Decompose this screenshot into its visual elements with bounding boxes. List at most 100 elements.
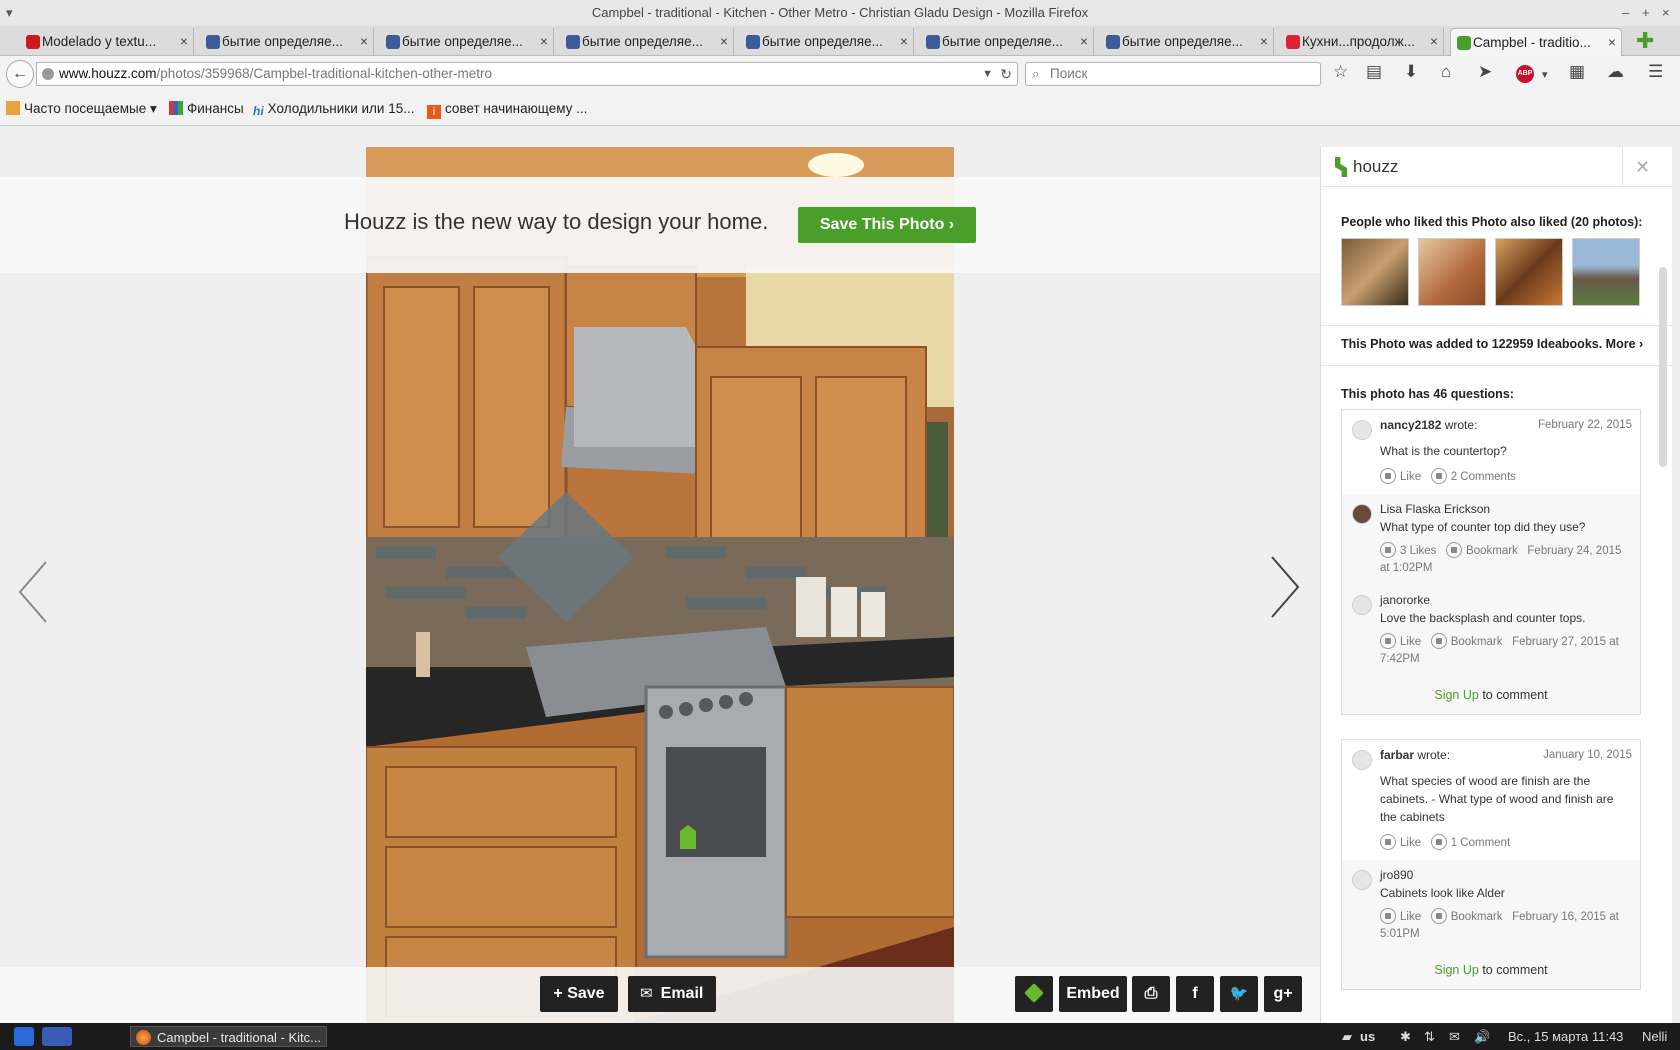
volume-icon[interactable]: 🔊 — [1474, 1029, 1490, 1045]
bookmark-most-visited[interactable]: Часто посещаемые ▾ — [6, 101, 157, 117]
related-photo-thumbnail[interactable] — [1495, 238, 1563, 306]
downloads-icon[interactable]: ⬇ — [1404, 62, 1418, 82]
thumbs-up-icon[interactable] — [1380, 542, 1396, 558]
avatar[interactable] — [1352, 595, 1372, 615]
print-button[interactable]: ⎙ — [1132, 976, 1170, 1012]
tab[interactable]: бытие определяе... × — [740, 28, 914, 56]
url-bar[interactable]: www.houzz.com/photos/359968/Campbel-trad… — [36, 62, 1018, 86]
comments-link[interactable]: 2 Comments — [1451, 471, 1516, 483]
bookmark-advice[interactable]: i совет начинающему ... — [427, 101, 587, 119]
bookmark-finance[interactable]: Финансы — [169, 101, 244, 116]
save-this-photo-button[interactable]: Save This Photo › — [798, 207, 976, 243]
adblock-icon[interactable]: ABP — [1516, 65, 1534, 83]
maximize-button[interactable]: + — [1642, 0, 1650, 26]
signup-link[interactable]: Sign Up — [1434, 963, 1478, 977]
thumbs-up-icon[interactable] — [1380, 834, 1396, 850]
previous-photo-button[interactable] — [16, 557, 56, 627]
related-photo-thumbnail[interactable] — [1572, 238, 1640, 306]
adblock-dropdown-icon[interactable]: ▾ — [1542, 68, 1548, 81]
save-button[interactable]: + Save — [540, 976, 618, 1012]
bookmark-icon[interactable] — [1430, 908, 1447, 924]
network-icon[interactable]: ▰ — [1342, 1029, 1352, 1045]
thumbs-up-icon[interactable] — [1380, 908, 1396, 924]
email-button[interactable]: ✉ Email — [628, 976, 716, 1012]
bluetooth-icon[interactable]: ✱ — [1400, 1029, 1411, 1045]
panel-scrollbar[interactable] — [1659, 267, 1667, 467]
new-tab-button[interactable]: ✚ — [1636, 30, 1658, 52]
avatar[interactable] — [1352, 504, 1372, 524]
signup-link[interactable]: Sign Up — [1434, 688, 1478, 702]
keyboard-layout[interactable]: us — [1360, 1029, 1375, 1044]
bookmark-button[interactable]: Bookmark — [1451, 911, 1503, 923]
avatar[interactable] — [1352, 750, 1372, 770]
related-photo-thumbnail[interactable] — [1341, 238, 1409, 306]
tab-active[interactable]: Campbel - traditio... × — [1450, 28, 1622, 56]
mail-icon[interactable]: ✉ — [1449, 1029, 1460, 1045]
more-ideabooks-link[interactable]: More › — [1602, 337, 1644, 351]
close-tab-icon[interactable]: × — [715, 28, 733, 56]
current-user[interactable]: Nelli — [1642, 1029, 1667, 1044]
tab[interactable]: бытие определяе... × — [560, 28, 734, 56]
twitter-share-button[interactable]: 🐦 — [1220, 976, 1258, 1012]
tab[interactable]: бытие определяе... × — [200, 28, 374, 56]
tab[interactable]: бытие определяе... × — [1100, 28, 1274, 56]
qr-code-icon[interactable]: ▦ — [1569, 62, 1585, 82]
bookmark-icon[interactable] — [1430, 633, 1447, 649]
firefox-launcher-icon[interactable] — [42, 1027, 72, 1046]
next-photo-button[interactable] — [1266, 552, 1306, 622]
bookmarks-menu-icon[interactable]: ▤ — [1366, 62, 1382, 82]
close-tab-icon[interactable]: × — [1075, 28, 1093, 56]
close-tab-icon[interactable]: × — [355, 28, 373, 56]
related-photo-thumbnail[interactable] — [1418, 238, 1486, 306]
bookmark-button[interactable]: Bookmark — [1466, 545, 1518, 557]
window-menu-icon[interactable]: ▾ — [6, 0, 13, 26]
taskbar-window-firefox[interactable]: Campbel - traditional - Kitc... — [130, 1026, 327, 1047]
close-tab-icon[interactable]: × — [895, 28, 913, 56]
embed-button[interactable]: Embed — [1059, 976, 1127, 1012]
tab[interactable]: бытие определяе... × — [920, 28, 1094, 56]
likes-count[interactable]: 3 Likes — [1400, 545, 1436, 557]
avatar[interactable] — [1352, 420, 1372, 440]
close-tab-icon[interactable]: × — [1255, 28, 1273, 56]
site-info-icon[interactable] — [42, 68, 54, 80]
facebook-share-button[interactable]: f — [1176, 976, 1214, 1012]
comments-link[interactable]: 1 Comment — [1451, 837, 1510, 849]
back-button[interactable]: ← — [6, 60, 34, 88]
clock[interactable]: Вс., 15 марта 11:43 — [1508, 1029, 1623, 1044]
close-panel-button[interactable]: ✕ — [1622, 147, 1662, 187]
author-name[interactable]: nancy2182 — [1380, 418, 1441, 432]
search-input[interactable]: ⌕ Поиск — [1025, 62, 1321, 86]
reload-icon[interactable]: ↻ — [1000, 63, 1012, 85]
home-icon[interactable]: ⌂ — [1441, 62, 1451, 82]
bookmark-button[interactable]: Bookmark — [1451, 636, 1503, 648]
tab[interactable]: Modelado y textu... × — [20, 28, 194, 56]
google-plus-share-button[interactable]: g+ — [1264, 976, 1302, 1012]
tab[interactable]: бытие определяе... × — [380, 28, 554, 56]
avatar[interactable] — [1352, 870, 1372, 890]
author-name[interactable]: farbar — [1380, 748, 1414, 762]
minimize-button[interactable]: – — [1622, 0, 1629, 26]
tab[interactable]: Кухни...продолж... × — [1280, 28, 1444, 56]
reply-author[interactable]: janororke — [1380, 593, 1632, 607]
close-tab-icon[interactable]: × — [1425, 28, 1443, 56]
reply-author[interactable]: jro890 — [1380, 868, 1632, 882]
bookmark-star-icon[interactable]: ☆ — [1333, 62, 1348, 82]
start-menu-icon[interactable] — [14, 1027, 34, 1046]
comment-icon[interactable] — [1430, 468, 1447, 484]
transfer-icon[interactable]: ⇅ — [1424, 1029, 1435, 1045]
thumbs-up-icon[interactable] — [1380, 633, 1396, 649]
send-icon[interactable]: ➤ — [1478, 62, 1492, 82]
like-button[interactable]: Like — [1400, 471, 1421, 483]
like-button[interactable]: Like — [1400, 911, 1421, 923]
close-tab-icon[interactable]: × — [535, 28, 553, 56]
comment-icon[interactable] — [1430, 834, 1447, 850]
kitchen-photo[interactable] — [366, 147, 954, 1023]
like-button[interactable]: Like — [1400, 636, 1421, 648]
thumbs-up-icon[interactable] — [1380, 468, 1396, 484]
tag-button[interactable] — [1015, 976, 1053, 1012]
chat-icon[interactable]: ☁ — [1607, 62, 1624, 82]
bookmark-fridges[interactable]: hi Холодильники или 15... — [253, 101, 414, 118]
hamburger-menu-icon[interactable]: ☰ — [1648, 62, 1663, 82]
like-button[interactable]: Like — [1400, 837, 1421, 849]
close-tab-icon[interactable]: × — [1603, 29, 1621, 56]
